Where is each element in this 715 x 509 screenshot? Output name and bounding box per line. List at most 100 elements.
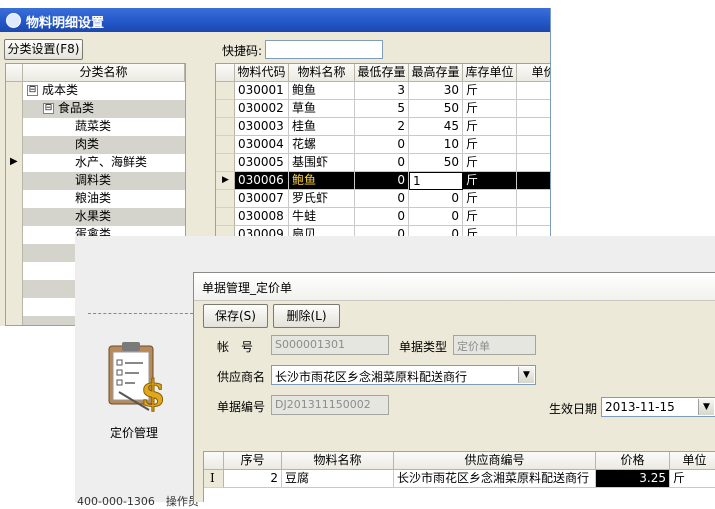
row-header[interactable]	[216, 100, 235, 118]
pricing-window-titlebar[interactable]: 单据管理_定价单	[194, 273, 715, 301]
material-cell-max-stock[interactable]: 50	[409, 154, 463, 172]
material-cell-code[interactable]: 030006	[235, 172, 289, 190]
material-cell-name[interactable]: 基围虾	[289, 154, 355, 172]
price-cell-material-name[interactable]: 豆腐	[282, 470, 394, 488]
material-cell-max-stock[interactable]: 45	[409, 118, 463, 136]
material-cell-price[interactable]	[517, 154, 550, 172]
column-header-price[interactable]: 单价	[517, 64, 550, 82]
price-cell-seq[interactable]: 2	[224, 470, 282, 488]
material-cell-max-stock[interactable]: 30	[409, 82, 463, 100]
price-cell-unit[interactable]: 斤	[670, 470, 715, 488]
row-header[interactable]	[216, 136, 235, 154]
supplier-name-combobox[interactable]: 长沙市雨花区乡念湘菜原料配送商行 ▼	[271, 365, 536, 385]
material-cell-max-stock[interactable]: 50	[409, 100, 463, 118]
material-cell-unit[interactable]: 斤	[463, 154, 517, 172]
material-cell-min-stock[interactable]: 3	[355, 82, 409, 100]
material-cell-name[interactable]: 牛蛙	[289, 208, 355, 226]
pricing-management-label[interactable]: 定价管理	[110, 424, 158, 441]
workspace-divider	[88, 313, 193, 314]
material-cell-min-stock[interactable]: 5	[355, 100, 409, 118]
chevron-down-icon[interactable]: ▼	[518, 367, 534, 383]
material-cell-price[interactable]	[517, 190, 550, 208]
material-cell-unit[interactable]: 斤	[463, 100, 517, 118]
material-cell-max-stock-editor[interactable]: 1	[409, 172, 463, 190]
material-cell-code[interactable]: 030005	[235, 154, 289, 172]
material-cell-price[interactable]	[517, 100, 550, 118]
chevron-down-icon[interactable]: ▼	[698, 399, 714, 415]
material-cell-name[interactable]: 花螺	[289, 136, 355, 154]
category-settings-button[interactable]: 分类设置(F8)	[4, 39, 83, 60]
price-cell-supplier[interactable]: 长沙市雨花区乡念湘菜原料配送商行	[394, 470, 596, 488]
column-header-code[interactable]: 物料代码	[235, 64, 289, 82]
effective-date-picker[interactable]: 2013-11-15 ▼	[601, 397, 715, 417]
column-header-material-name[interactable]: 物料名称	[282, 452, 394, 470]
material-cell-price[interactable]	[517, 118, 550, 136]
material-cell-code[interactable]: 030004	[235, 136, 289, 154]
tree-item-food[interactable]: ⊟ 食品类	[23, 100, 185, 118]
account-field[interactable]: S000001301	[271, 335, 389, 355]
material-cell-min-stock[interactable]: 0	[355, 208, 409, 226]
tree-item-fruit[interactable]: 水果类	[23, 208, 185, 226]
column-header-price[interactable]: 价格	[596, 452, 670, 470]
tree-item-grain-oil[interactable]: 粮油类	[23, 190, 185, 208]
row-header[interactable]	[216, 190, 235, 208]
material-cell-unit[interactable]: 斤	[463, 172, 517, 190]
material-cell-name[interactable]: 罗氏虾	[289, 190, 355, 208]
column-header-supplier-code[interactable]: 供应商编号	[394, 452, 596, 470]
save-button[interactable]: 保存(S)	[203, 304, 268, 328]
material-cell-code[interactable]: 030003	[235, 118, 289, 136]
material-cell-min-stock[interactable]: 0	[355, 154, 409, 172]
delete-button[interactable]: 删除(L)	[273, 304, 340, 328]
material-cell-name[interactable]: 草鱼	[289, 100, 355, 118]
app-window-icon	[6, 13, 21, 28]
material-cell-name[interactable]: 桂鱼	[289, 118, 355, 136]
column-header-seq[interactable]: 序号	[224, 452, 282, 470]
row-header[interactable]	[216, 154, 235, 172]
column-header-min-stock[interactable]: 最低存量	[355, 64, 409, 82]
tree-item-meat[interactable]: 肉类	[23, 136, 185, 154]
material-cell-price[interactable]	[517, 82, 550, 100]
column-header-unit[interactable]: 库存单位	[463, 64, 517, 82]
tree-item-vegetables[interactable]: 蔬菜类	[23, 118, 185, 136]
material-cell-max-stock[interactable]: 0	[409, 208, 463, 226]
row-header[interactable]	[216, 82, 235, 100]
material-cell-name[interactable]: 鲍鱼	[289, 172, 355, 190]
document-type-field[interactable]: 定价单	[453, 335, 536, 355]
row-header[interactable]	[216, 208, 235, 226]
material-cell-unit[interactable]: 斤	[463, 118, 517, 136]
document-number-field[interactable]: DJ201311150002	[271, 395, 389, 415]
material-cell-unit[interactable]: 斤	[463, 136, 517, 154]
shortcut-input[interactable]	[265, 40, 383, 59]
material-cell-unit[interactable]: 斤	[463, 208, 517, 226]
material-cell-max-stock[interactable]: 0	[409, 190, 463, 208]
row-header[interactable]	[216, 118, 235, 136]
current-row-indicator-icon[interactable]: ▶	[216, 172, 235, 190]
material-cell-price[interactable]	[517, 136, 550, 154]
material-cell-price[interactable]	[517, 172, 550, 190]
material-cell-price[interactable]	[517, 208, 550, 226]
price-cell-price[interactable]: 3.25	[596, 470, 670, 488]
material-cell-code[interactable]: 030001	[235, 82, 289, 100]
column-header-name[interactable]: 物料名称	[289, 64, 355, 82]
material-cell-max-stock[interactable]: 10	[409, 136, 463, 154]
collapse-icon[interactable]: ⊟	[43, 103, 54, 114]
column-header-unit[interactable]: 单位	[670, 452, 715, 470]
material-cell-min-stock[interactable]: 0	[355, 190, 409, 208]
pricing-management-shortcut[interactable]: $	[105, 340, 169, 416]
material-cell-unit[interactable]: 斤	[463, 190, 517, 208]
tree-item-seafood[interactable]: 水产、海鲜类	[23, 154, 185, 172]
material-cell-unit[interactable]: 斤	[463, 82, 517, 100]
material-cell-code[interactable]: 030008	[235, 208, 289, 226]
column-header-max-stock[interactable]: 最高存量	[409, 64, 463, 82]
material-cell-code[interactable]: 030002	[235, 100, 289, 118]
material-cell-min-stock[interactable]: 0	[355, 172, 409, 190]
material-cell-name[interactable]: 鲍鱼	[289, 82, 355, 100]
tree-item-cost[interactable]: ⊟ 成本类	[23, 82, 185, 100]
material-cell-code[interactable]: 030007	[235, 190, 289, 208]
collapse-icon[interactable]: ⊟	[27, 85, 38, 96]
tree-item-seasoning[interactable]: 调料类	[23, 172, 185, 190]
material-cell-min-stock[interactable]: 0	[355, 136, 409, 154]
material-cell-min-stock[interactable]: 2	[355, 118, 409, 136]
material-window-titlebar[interactable]: 物料明细设置	[0, 8, 550, 32]
material-window-title: 物料明细设置	[26, 16, 105, 31]
